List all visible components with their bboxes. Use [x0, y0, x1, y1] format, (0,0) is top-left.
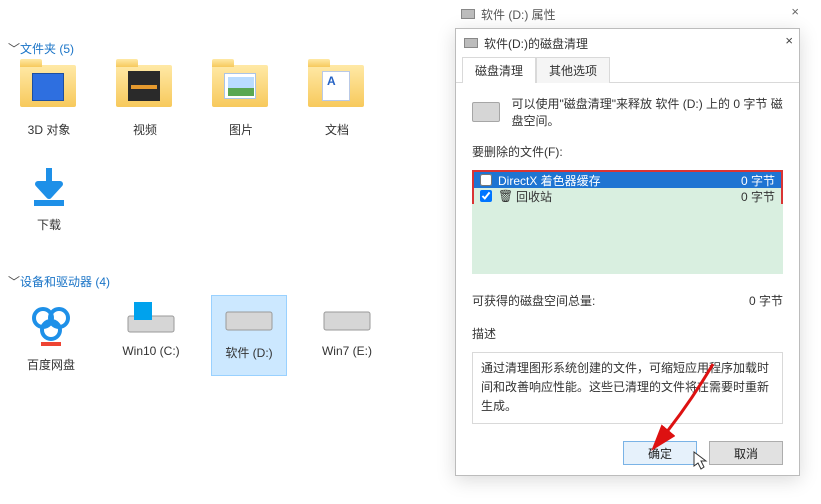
- recycle-bin-icon: 🗑: [498, 189, 510, 203]
- tab-disk-cleanup[interactable]: 磁盘清理: [462, 57, 536, 83]
- device-item-win10-c[interactable]: Win10 (C:): [114, 298, 188, 373]
- parent-window-title: 软件 (D:) 属性: [481, 6, 556, 23]
- close-icon[interactable]: ×: [785, 33, 793, 48]
- files-list-empty-area: [472, 204, 783, 274]
- ok-button[interactable]: 确定: [623, 441, 697, 465]
- baidu-netdisk-icon: [25, 298, 77, 350]
- section-label: 设备和驱动器 (4): [20, 273, 110, 290]
- chevron-down-icon: ﹀: [8, 40, 18, 57]
- disk-cleanup-dialog: 软件(D:)的磁盘清理 × 磁盘清理 其他选项 可以使用"磁盘清理"来释放 软件…: [455, 28, 800, 476]
- device-item-software-d[interactable]: 软件 (D:): [212, 296, 286, 375]
- folder-documents-icon: [308, 65, 366, 115]
- devices-grid: 百度网盘 Win10 (C:) 软件 (D:) Win7 (E:): [8, 298, 447, 373]
- folder-item-documents[interactable]: 文档: [302, 65, 372, 138]
- drive-d-icon: [222, 298, 276, 338]
- device-label: Win10 (C:): [122, 344, 179, 358]
- section-header-folders[interactable]: ﹀ 文件夹 (5): [8, 40, 447, 57]
- drive-c-icon: [124, 298, 178, 338]
- folder-item-videos[interactable]: 视频: [110, 65, 180, 138]
- description-box: 通过清理图形系统创建的文件，可缩短应用程序加载时间和改善响应性能。这些已清理的文…: [472, 352, 783, 424]
- folder-label: 下载: [37, 216, 61, 233]
- files-list[interactable]: DirectX 着色器缓存 0 字节 🗑 回收站 0 字节: [472, 170, 783, 204]
- dialog-tabs: 磁盘清理 其他选项: [456, 57, 799, 83]
- tab-more-options[interactable]: 其他选项: [536, 57, 610, 83]
- folder-item-downloads[interactable]: 下载: [14, 164, 84, 233]
- section-label: 文件夹 (5): [20, 40, 74, 57]
- parent-window-titlebar: 软件 (D:) 属性 ×: [455, 2, 805, 26]
- folder-item-pictures[interactable]: 图片: [206, 65, 276, 138]
- info-text: 可以使用"磁盘清理"来释放 软件 (D:) 上的 0 字节 磁盘空间。: [512, 95, 783, 129]
- device-item-win7-e[interactable]: Win7 (E:): [310, 298, 384, 373]
- file-size: 0 字节: [725, 188, 775, 205]
- drive-icon: [464, 38, 478, 48]
- dialog-titlebar[interactable]: 软件(D:)的磁盘清理 ×: [456, 29, 799, 57]
- device-label: 百度网盘: [27, 356, 75, 373]
- file-size: 0 字节: [725, 172, 775, 189]
- file-name: DirectX 着色器缓存: [498, 172, 719, 189]
- folder-pictures-icon: [212, 65, 270, 115]
- close-icon[interactable]: ×: [791, 4, 799, 19]
- dialog-footer: 确定 取消: [456, 431, 799, 475]
- info-row: 可以使用"磁盘清理"来释放 软件 (D:) 上的 0 字节 磁盘空间。: [472, 95, 783, 129]
- gain-value: 0 字节: [749, 292, 783, 309]
- folder-label: 文档: [325, 121, 349, 138]
- files-list-container: DirectX 着色器缓存 0 字节 🗑 回收站 0 字节: [472, 170, 783, 274]
- section-header-devices[interactable]: ﹀ 设备和驱动器 (4): [8, 273, 447, 290]
- file-checkbox[interactable]: [480, 190, 492, 202]
- device-label: Win7 (E:): [322, 344, 372, 358]
- folder-label: 3D 对象: [28, 121, 71, 138]
- dialog-title: 软件(D:)的磁盘清理: [484, 35, 588, 52]
- gain-row: 可获得的磁盘空间总量: 0 字节: [472, 292, 783, 309]
- file-row-recycle-bin[interactable]: 🗑 回收站 0 字节: [474, 188, 781, 204]
- device-item-baidu[interactable]: 百度网盘: [14, 298, 88, 373]
- folder-item-3d-objects[interactable]: 3D 对象: [14, 65, 84, 138]
- gain-label: 可获得的磁盘空间总量:: [472, 292, 595, 309]
- drive-large-icon: [472, 102, 500, 122]
- drive-e-icon: [320, 298, 374, 338]
- files-to-delete-label: 要删除的文件(F):: [472, 143, 783, 160]
- drive-icon: [461, 9, 475, 19]
- dialog-body: 可以使用"磁盘清理"来释放 软件 (D:) 上的 0 字节 磁盘空间。 要删除的…: [456, 83, 799, 431]
- description-label: 描述: [472, 325, 783, 342]
- file-name: 回收站: [516, 188, 719, 205]
- chevron-down-icon: ﹀: [8, 273, 18, 290]
- cancel-button[interactable]: 取消: [709, 441, 783, 465]
- folders-grid: 3D 对象 视频 图片 文档 下载: [8, 65, 447, 233]
- file-checkbox[interactable]: [480, 174, 492, 186]
- explorer-pane: ﹀ 文件夹 (5) 3D 对象 视频 图片 文档: [0, 0, 455, 504]
- folder-3d-icon: [20, 65, 78, 115]
- folder-label: 图片: [229, 121, 253, 138]
- file-row-directx-cache[interactable]: DirectX 着色器缓存 0 字节: [474, 172, 781, 188]
- device-label: 软件 (D:): [225, 344, 272, 361]
- download-arrow-icon: [26, 164, 72, 210]
- folder-video-icon: [116, 65, 174, 115]
- folder-label: 视频: [133, 121, 157, 138]
